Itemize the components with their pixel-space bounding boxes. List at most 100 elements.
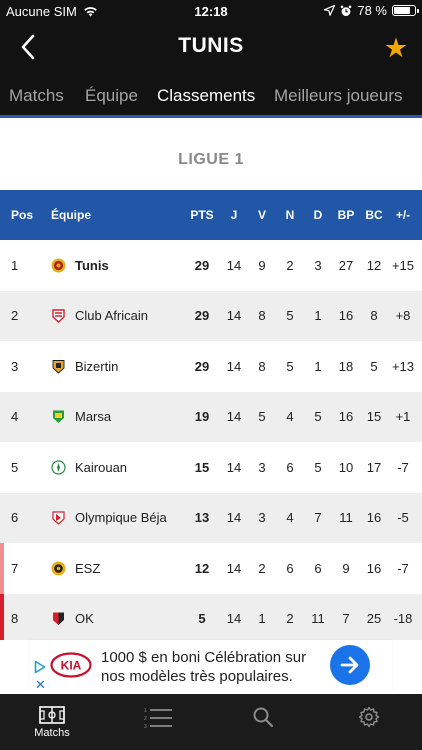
nav-search[interactable] bbox=[228, 694, 298, 750]
column-header-bc: BC bbox=[365, 208, 383, 222]
kia-logo: KIA bbox=[50, 652, 92, 678]
row-position: 1 bbox=[11, 257, 19, 273]
ad-choices-icon[interactable] bbox=[34, 660, 46, 674]
row-bp: 18 bbox=[338, 358, 354, 374]
row-j: 14 bbox=[226, 510, 242, 526]
table-row[interactable]: 3 Bizertin 29 14 8 5 1 18 5 +13 bbox=[0, 341, 422, 392]
team-logo-kairouan bbox=[51, 460, 66, 475]
row-position: 3 bbox=[11, 358, 19, 374]
row-pts: 5 bbox=[198, 611, 206, 627]
table-row[interactable]: 2 Club Africain 29 14 8 5 1 16 8 +8 bbox=[0, 290, 422, 341]
team-name: Marsa bbox=[75, 409, 112, 425]
column-header-d: D bbox=[313, 208, 323, 222]
tab-bar: Matchs Équipe Classements Meilleurs joue… bbox=[0, 72, 422, 118]
battery-level bbox=[394, 7, 410, 14]
table-row[interactable]: 1 Tunis 29 14 9 2 3 27 12 +15 bbox=[0, 240, 422, 291]
column-header-j: J bbox=[230, 208, 238, 222]
row-diff: +13 bbox=[391, 358, 415, 374]
favorite-button[interactable]: ★ bbox=[378, 30, 414, 66]
row-d: 7 bbox=[314, 510, 322, 526]
gear-icon bbox=[358, 706, 380, 728]
status-bar: Aucune SIM 12:18 78 % bbox=[0, 0, 422, 22]
table-row[interactable]: 7 ESZ 12 14 2 6 6 9 16 -7 bbox=[0, 543, 422, 594]
svg-text:3: 3 bbox=[144, 724, 147, 730]
battery-icon bbox=[392, 5, 419, 16]
row-v: 2 bbox=[258, 560, 266, 576]
row-n: 6 bbox=[286, 560, 294, 576]
row-bp: 27 bbox=[338, 257, 354, 273]
star-icon: ★ bbox=[383, 32, 409, 63]
table-row[interactable]: 4 Marsa 19 14 5 4 5 16 15 +1 bbox=[0, 391, 422, 442]
row-j: 14 bbox=[226, 257, 242, 273]
kia-logo-text: KIA bbox=[61, 659, 82, 673]
ad-close-button[interactable]: ✕ bbox=[35, 677, 46, 693]
tab-matchs[interactable]: Matchs bbox=[9, 86, 64, 106]
ad-left-gutter bbox=[0, 640, 30, 694]
arrow-right-icon bbox=[340, 656, 359, 674]
standings-content: LIGUE 1 Pos Équipe PTS J V N D BP BC +/-… bbox=[0, 118, 422, 694]
row-v: 3 bbox=[258, 459, 266, 475]
zone-marker bbox=[0, 543, 4, 594]
row-bc: 17 bbox=[366, 459, 382, 475]
zone-marker bbox=[0, 593, 4, 644]
row-d: 1 bbox=[314, 358, 322, 374]
row-bp: 10 bbox=[338, 459, 354, 475]
row-diff: -5 bbox=[397, 510, 409, 526]
ad-cta-button[interactable] bbox=[330, 645, 370, 685]
tab-equipe[interactable]: Équipe bbox=[85, 86, 138, 106]
row-n: 2 bbox=[286, 611, 294, 627]
row-diff: +15 bbox=[391, 257, 415, 273]
team-logo-ok bbox=[53, 612, 64, 626]
row-bc: 5 bbox=[370, 358, 378, 374]
row-pts: 15 bbox=[194, 459, 210, 475]
row-bc: 12 bbox=[366, 257, 382, 273]
nav-settings[interactable] bbox=[334, 694, 404, 750]
row-diff: -18 bbox=[393, 611, 413, 627]
league-title: LIGUE 1 bbox=[178, 151, 244, 168]
svg-text:2: 2 bbox=[144, 716, 147, 722]
status-right: 78 % bbox=[324, 3, 419, 18]
table-row[interactable]: 5 Kairouan 15 14 3 6 5 10 17 -7 bbox=[0, 442, 422, 493]
column-header-diff: +/- bbox=[395, 208, 411, 222]
page-title: TUNIS bbox=[178, 34, 244, 57]
team-logo-marsa bbox=[53, 410, 64, 424]
list-icon: 1 2 3 bbox=[144, 708, 172, 730]
team-name: ESZ bbox=[75, 560, 101, 576]
row-d: 5 bbox=[314, 459, 322, 475]
row-team: ESZ bbox=[51, 543, 186, 594]
row-diff: -7 bbox=[397, 459, 409, 475]
row-team: Bizertin bbox=[51, 341, 186, 392]
row-bp: 16 bbox=[338, 308, 354, 324]
location-icon bbox=[324, 5, 336, 16]
search-icon bbox=[253, 707, 274, 728]
table-row[interactable]: 8 OK 5 14 1 2 11 7 25 -18 bbox=[0, 593, 422, 644]
row-n: 5 bbox=[286, 358, 294, 374]
row-n: 6 bbox=[286, 459, 294, 475]
row-diff: -7 bbox=[397, 560, 409, 576]
row-d: 5 bbox=[314, 409, 322, 425]
row-position: 5 bbox=[11, 459, 19, 475]
row-n: 2 bbox=[286, 257, 294, 273]
team-logo-bizertin bbox=[52, 359, 65, 374]
team-logo-esz bbox=[51, 561, 66, 576]
row-diff: +1 bbox=[395, 409, 411, 425]
row-pts: 29 bbox=[194, 358, 210, 374]
table-row[interactable]: 6 Olympique Béja 13 14 3 4 7 11 16 -5 bbox=[0, 492, 422, 544]
ad-text[interactable]: 1000 $ en boni Célébration sur nos modèl… bbox=[101, 648, 316, 686]
row-n: 5 bbox=[286, 308, 294, 324]
row-team: Kairouan bbox=[51, 442, 186, 493]
ad-right-gutter bbox=[392, 640, 422, 694]
nav-standings[interactable]: 1 2 3 bbox=[123, 694, 193, 750]
team-name: Kairouan bbox=[75, 459, 128, 475]
row-team: Olympique Béja bbox=[51, 493, 186, 544]
row-d: 11 bbox=[311, 611, 325, 627]
battery-percent: 78 % bbox=[357, 3, 387, 18]
row-d: 1 bbox=[314, 308, 322, 324]
tab-classements[interactable]: Classements bbox=[157, 86, 255, 106]
row-bp: 11 bbox=[339, 510, 353, 526]
row-pts: 29 bbox=[194, 257, 210, 273]
tab-meilleurs-joueurs[interactable]: Meilleurs joueurs bbox=[274, 86, 403, 106]
column-header-team: Équipe bbox=[51, 208, 92, 222]
row-position: 7 bbox=[11, 560, 19, 576]
nav-matchs[interactable]: Matchs bbox=[17, 694, 87, 750]
